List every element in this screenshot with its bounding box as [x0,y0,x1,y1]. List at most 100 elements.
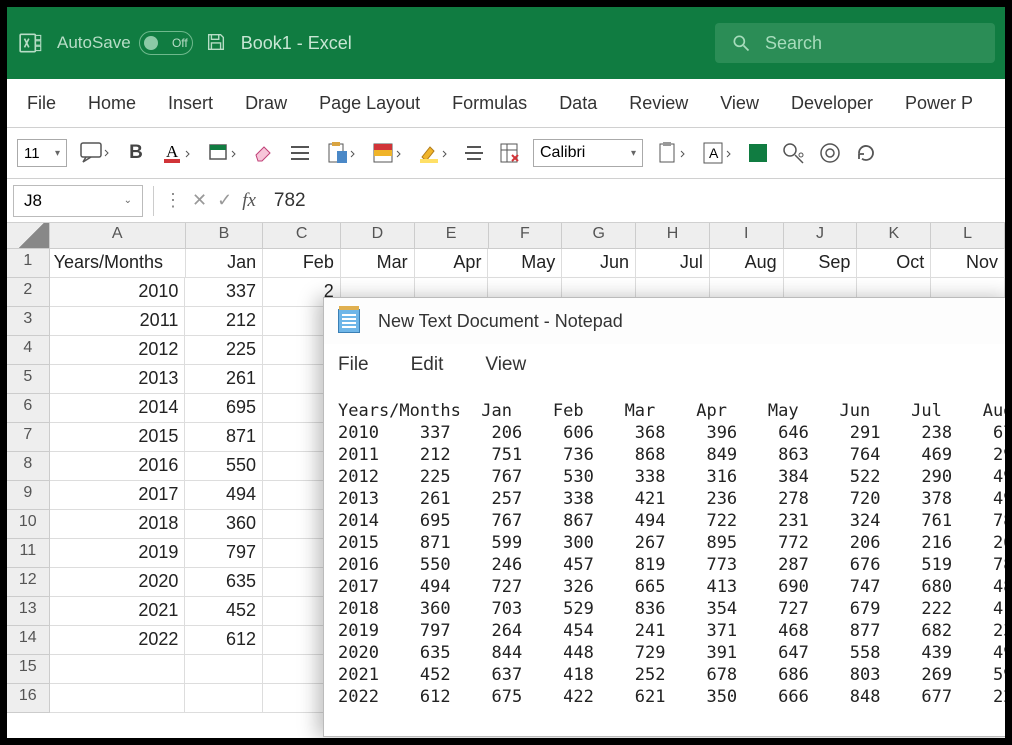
row-header[interactable]: 4 [7,336,50,365]
color-swatch[interactable] [745,140,771,166]
cell[interactable]: 261 [185,365,263,394]
row-header[interactable]: 1 [7,249,50,278]
search-box[interactable]: Search [715,23,995,63]
font-size-selector[interactable]: 11▾ [17,139,67,167]
tab-file[interactable]: File [27,93,56,114]
cell[interactable]: May [488,249,562,278]
col-header[interactable]: L [931,223,1005,249]
cell[interactable]: 2010 [50,278,186,307]
cell[interactable]: 612 [185,626,263,655]
notepad-titlebar[interactable]: New Text Document - Notepad [324,298,1005,344]
tab-developer[interactable]: Developer [791,93,873,114]
row-header[interactable]: 8 [7,452,50,481]
tab-page-layout[interactable]: Page Layout [319,93,420,114]
refresh-icon[interactable] [853,140,879,166]
autosave-toggle[interactable]: AutoSave Off [57,31,193,55]
cell[interactable]: 2022 [50,626,186,655]
cell[interactable]: 695 [185,394,263,423]
col-header[interactable]: H [636,223,710,249]
notepad-menu-view[interactable]: View [485,354,526,376]
row-header[interactable]: 2 [7,278,50,307]
select-all-corner[interactable] [7,223,50,249]
cell[interactable]: Jul [636,249,710,278]
cell[interactable]: 452 [185,597,263,626]
cell[interactable]: Mar [341,249,415,278]
zoom-icon[interactable] [781,140,807,166]
cell[interactable]: 2012 [50,336,186,365]
accept-formula-icon[interactable]: ✓ [217,190,232,211]
row-header[interactable]: 12 [7,568,50,597]
row-header[interactable]: 16 [7,684,50,713]
cell[interactable]: 225 [185,336,263,365]
col-header[interactable]: I [710,223,784,249]
tab-insert[interactable]: Insert [168,93,213,114]
cell[interactable]: Jan [186,249,264,278]
row-header[interactable]: 6 [7,394,50,423]
cell[interactable]: Feb [263,249,341,278]
notepad-menu-file[interactable]: File [338,354,369,376]
row-header[interactable]: 3 [7,307,50,336]
target-icon[interactable] [817,140,843,166]
tab-power[interactable]: Power P [905,93,973,114]
tab-draw[interactable]: Draw [245,93,287,114]
cond-format-button[interactable] [369,140,405,166]
cell[interactable]: 2015 [50,423,186,452]
align-button[interactable] [287,140,313,166]
delete-sheet-icon[interactable] [497,140,523,166]
col-header[interactable]: D [341,223,415,249]
row-header[interactable]: 5 [7,365,50,394]
col-header[interactable]: J [784,223,858,249]
autosave-switch[interactable]: Off [139,31,193,55]
cell[interactable]: 2016 [50,452,186,481]
tab-review[interactable]: Review [629,93,688,114]
row-header[interactable]: 10 [7,510,50,539]
col-header[interactable]: B [186,223,264,249]
tab-formulas[interactable]: Formulas [452,93,527,114]
cell[interactable]: 360 [185,510,263,539]
comment-icon[interactable] [77,140,113,166]
fx-icon[interactable]: fx [242,190,256,212]
notepad-text-area[interactable]: Years/Months Jan Feb Mar Apr May Jun Jul… [324,386,1005,722]
tab-view[interactable]: View [720,93,759,114]
cell[interactable]: Years/Months [50,249,186,278]
fill-color-button[interactable] [205,140,241,166]
col-header[interactable]: C [263,223,341,249]
cell[interactable] [185,684,263,713]
row-header[interactable]: 13 [7,597,50,626]
row-header[interactable]: 9 [7,481,50,510]
save-icon[interactable] [205,31,229,55]
cell[interactable]: Oct [857,249,931,278]
cell[interactable]: Aug [710,249,784,278]
cell[interactable]: 550 [185,452,263,481]
col-header[interactable]: K [857,223,931,249]
cell[interactable]: 2018 [50,510,186,539]
col-header[interactable]: F [489,223,563,249]
cell[interactable]: 871 [185,423,263,452]
row-header[interactable]: 7 [7,423,50,452]
cell[interactable]: 2017 [50,481,186,510]
cell[interactable]: 494 [185,481,263,510]
col-header[interactable]: A [50,223,186,249]
tab-data[interactable]: Data [559,93,597,114]
font-name-selector[interactable]: Calibri▾ [533,139,643,167]
clear-format-icon[interactable] [251,140,277,166]
cell[interactable] [50,684,186,713]
cell[interactable] [185,655,263,684]
highlight-button[interactable] [415,140,451,166]
cell[interactable]: Apr [415,249,489,278]
cell[interactable]: 2014 [50,394,186,423]
cell[interactable]: 2020 [50,568,186,597]
col-header[interactable]: E [415,223,489,249]
formula-input[interactable]: 782 [274,190,306,212]
name-box[interactable]: J8⌄ [13,185,143,217]
notepad-menu-edit[interactable]: Edit [411,354,444,376]
cell[interactable]: Jun [562,249,636,278]
row-header[interactable]: 11 [7,539,50,568]
cell[interactable]: 2013 [50,365,186,394]
row-header[interactable]: 15 [7,655,50,684]
cell[interactable]: 797 [185,539,263,568]
paste-button[interactable] [323,140,359,166]
tab-home[interactable]: Home [88,93,136,114]
cell[interactable]: Nov [931,249,1005,278]
col-header[interactable]: G [562,223,636,249]
